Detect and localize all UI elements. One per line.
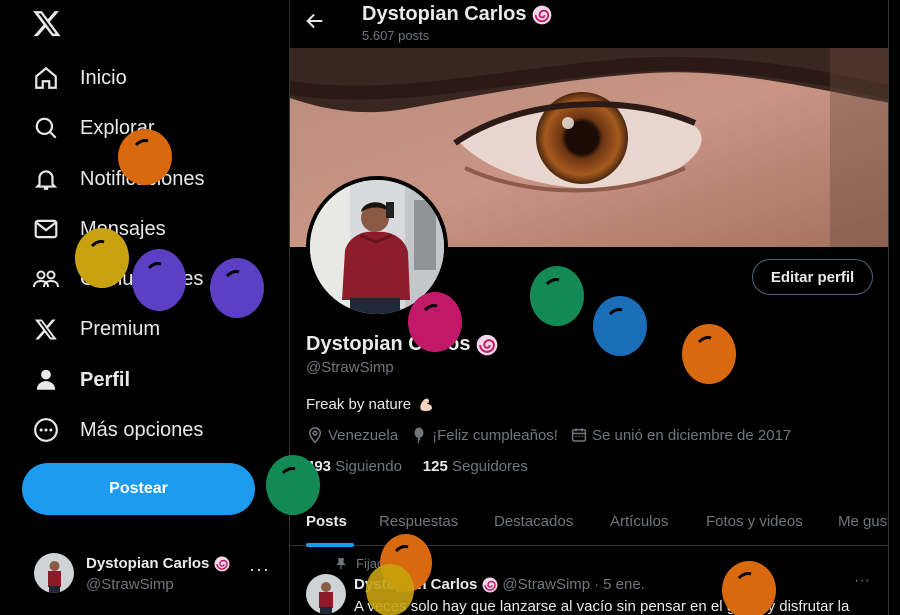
account-switcher[interactable]: Dystopian Carlos @StrawSimp ···: [34, 553, 274, 593]
pinned-indicator: Fijado: [334, 556, 391, 571]
mail-icon: [32, 215, 60, 243]
profile-birthday-text: ¡Feliz cumpleaños!: [432, 426, 558, 444]
home-icon: [32, 64, 60, 92]
person-icon: [32, 366, 60, 394]
profile-location-text: Venezuela: [328, 426, 399, 444]
nav-premium-label: Premium: [80, 317, 161, 340]
tab-media[interactable]: Fotos y videos: [706, 496, 803, 546]
people-icon: [32, 265, 60, 293]
profile-birthday: ¡Feliz cumpleaños!: [410, 426, 558, 444]
tweet-date[interactable]: 5 ene.: [603, 576, 645, 593]
location-pin-icon: [308, 427, 322, 444]
account-more-icon[interactable]: ···: [249, 559, 270, 580]
tab-highlights[interactable]: Destacados: [494, 496, 573, 546]
nav-explore-label: Explorar: [80, 116, 155, 139]
pin-icon: [336, 557, 346, 569]
header-post-count: 5.607 posts: [362, 28, 430, 43]
header-name: Dystopian Carlos: [362, 3, 552, 26]
nav-more[interactable]: Más opciones: [32, 410, 203, 450]
nav-communities[interactable]: Comunidades: [32, 259, 203, 299]
tab-articles[interactable]: Artículos: [610, 496, 668, 546]
nav-profile[interactable]: Perfil: [32, 360, 130, 400]
nav-more-label: Más opciones: [80, 418, 204, 441]
profile-follow-stats: 493 Siguiendo 125 Seguidores: [306, 458, 528, 475]
bell-icon: [32, 165, 60, 193]
profile-bio-text: Freak by nature: [306, 395, 412, 413]
tweet-avatar[interactable]: [306, 574, 346, 614]
header-name-text: Dystopian Carlos: [362, 3, 527, 25]
profile-tabs: Posts Respuestas Destacados Artículos Fo…: [290, 496, 888, 546]
tab-posts[interactable]: Posts: [306, 496, 347, 546]
followers-label: Seguidores: [451, 458, 528, 475]
avatar: [34, 553, 74, 593]
post-button[interactable]: Postear: [22, 463, 255, 515]
more-circle-icon: [32, 416, 60, 444]
profile-bio: Freak by nature: [306, 395, 435, 413]
tab-replies[interactable]: Respuestas: [379, 496, 458, 546]
balloon-icon: [414, 427, 424, 444]
profile-name-text: Dystopian Carlos: [306, 333, 471, 355]
verified-swirl-icon: [214, 556, 230, 572]
followers-link[interactable]: 125 Seguidores: [423, 458, 528, 475]
tab-likes[interactable]: Me gusta: [838, 496, 888, 546]
sidebar: Inicio Explorar Notificaciones Mensajes …: [0, 0, 289, 615]
profile-avatar[interactable]: [306, 176, 448, 318]
following-link[interactable]: 493 Siguiendo: [306, 458, 402, 475]
back-arrow-icon[interactable]: [304, 10, 330, 36]
account-name-text: Dystopian Carlos: [86, 555, 210, 572]
verified-swirl-icon: [482, 577, 498, 593]
following-label: Siguiendo: [335, 458, 402, 475]
tweet-text: A veces solo hay que lanzarse al vacío s…: [354, 598, 850, 615]
following-count: 493: [306, 458, 332, 475]
nav-home[interactable]: Inicio: [32, 58, 127, 98]
tweet-more-icon[interactable]: ···: [854, 572, 870, 590]
account-handle: @StrawSimp: [86, 576, 174, 593]
flexed-biceps-icon: [417, 395, 435, 413]
tweet-author-name[interactable]: Dystopian Carlos: [354, 576, 477, 593]
profile-header-bar: Dystopian Carlos 5.607 posts: [290, 0, 888, 48]
nav-home-label: Inicio: [80, 66, 127, 89]
active-tab-indicator: [306, 543, 354, 547]
pinned-label: Fijado: [356, 556, 392, 571]
nav-premium[interactable]: Premium: [32, 309, 160, 349]
profile-column: Dystopian Carlos 5.607 posts Editar perf…: [289, 0, 889, 615]
nav-notifications[interactable]: Notificaciones: [32, 159, 205, 199]
calendar-icon: [571, 428, 587, 442]
account-name: Dystopian Carlos: [86, 555, 230, 572]
nav-notifications-label: Notificaciones: [80, 167, 205, 190]
nav-messages-label: Mensajes: [80, 217, 166, 240]
edit-profile-button[interactable]: Editar perfil: [752, 259, 873, 295]
tweet-header: Dystopian Carlos @StrawSimp · 5 ene.: [354, 576, 645, 593]
nav-messages[interactable]: Mensajes: [32, 209, 166, 249]
x-logo-icon[interactable]: [32, 8, 64, 40]
nav-communities-label: Comunidades: [80, 267, 204, 290]
nav-explore[interactable]: Explorar: [32, 108, 154, 148]
profile-meta: Venezuela ¡Feliz cumpleaños! Se unió en …: [306, 426, 803, 444]
followers-count: 125: [422, 458, 448, 475]
scrollbar[interactable]: [889, 0, 900, 615]
verified-swirl-icon: [476, 334, 498, 356]
tweet-separator: ·: [594, 576, 600, 593]
tweet-author-handle[interactable]: @StrawSimp: [502, 576, 590, 593]
profile-joined: Se unió en diciembre de 2017: [570, 426, 791, 444]
profile-location: Venezuela: [306, 426, 398, 444]
profile-joined-text: Se unió en diciembre de 2017: [591, 426, 792, 444]
search-icon: [32, 114, 60, 142]
profile-name: Dystopian Carlos: [306, 333, 498, 356]
x-logo-icon: [32, 315, 60, 343]
profile-handle: @StrawSimp: [306, 359, 394, 376]
verified-swirl-icon: [532, 5, 552, 25]
nav-profile-label: Perfil: [80, 368, 131, 391]
